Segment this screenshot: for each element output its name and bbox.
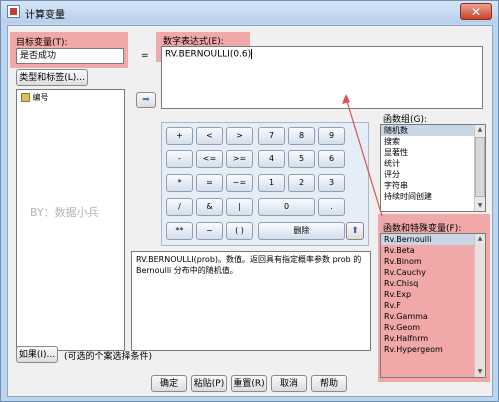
ok-button[interactable]: 确定	[151, 375, 187, 392]
annotation-arrow	[342, 94, 383, 217]
help-button[interactable]: 帮助	[311, 375, 347, 392]
cancel-button[interactable]: 取消	[271, 375, 307, 392]
paste-button[interactable]: 粘贴(P)	[191, 375, 227, 392]
compute-variable-dialog: 计算变量 ✕ 目标变量(T): 是否成功 = 类型和标签(L)... 编号 ➡ …	[0, 0, 499, 402]
window-title: 计算变量	[25, 10, 65, 21]
reset-button[interactable]: 重置(R)	[231, 375, 267, 392]
dialog-body: 目标变量(T): 是否成功 = 类型和标签(L)... 编号 ➡ 数字表达式(E…	[7, 25, 493, 397]
title-bar: 计算变量 ✕	[1, 1, 498, 23]
close-button[interactable]: ✕	[460, 3, 492, 20]
app-icon	[7, 5, 20, 18]
if-condition-note: (可选的个案选择条件)	[64, 352, 153, 362]
if-button[interactable]: 如果(I)...	[16, 346, 58, 363]
